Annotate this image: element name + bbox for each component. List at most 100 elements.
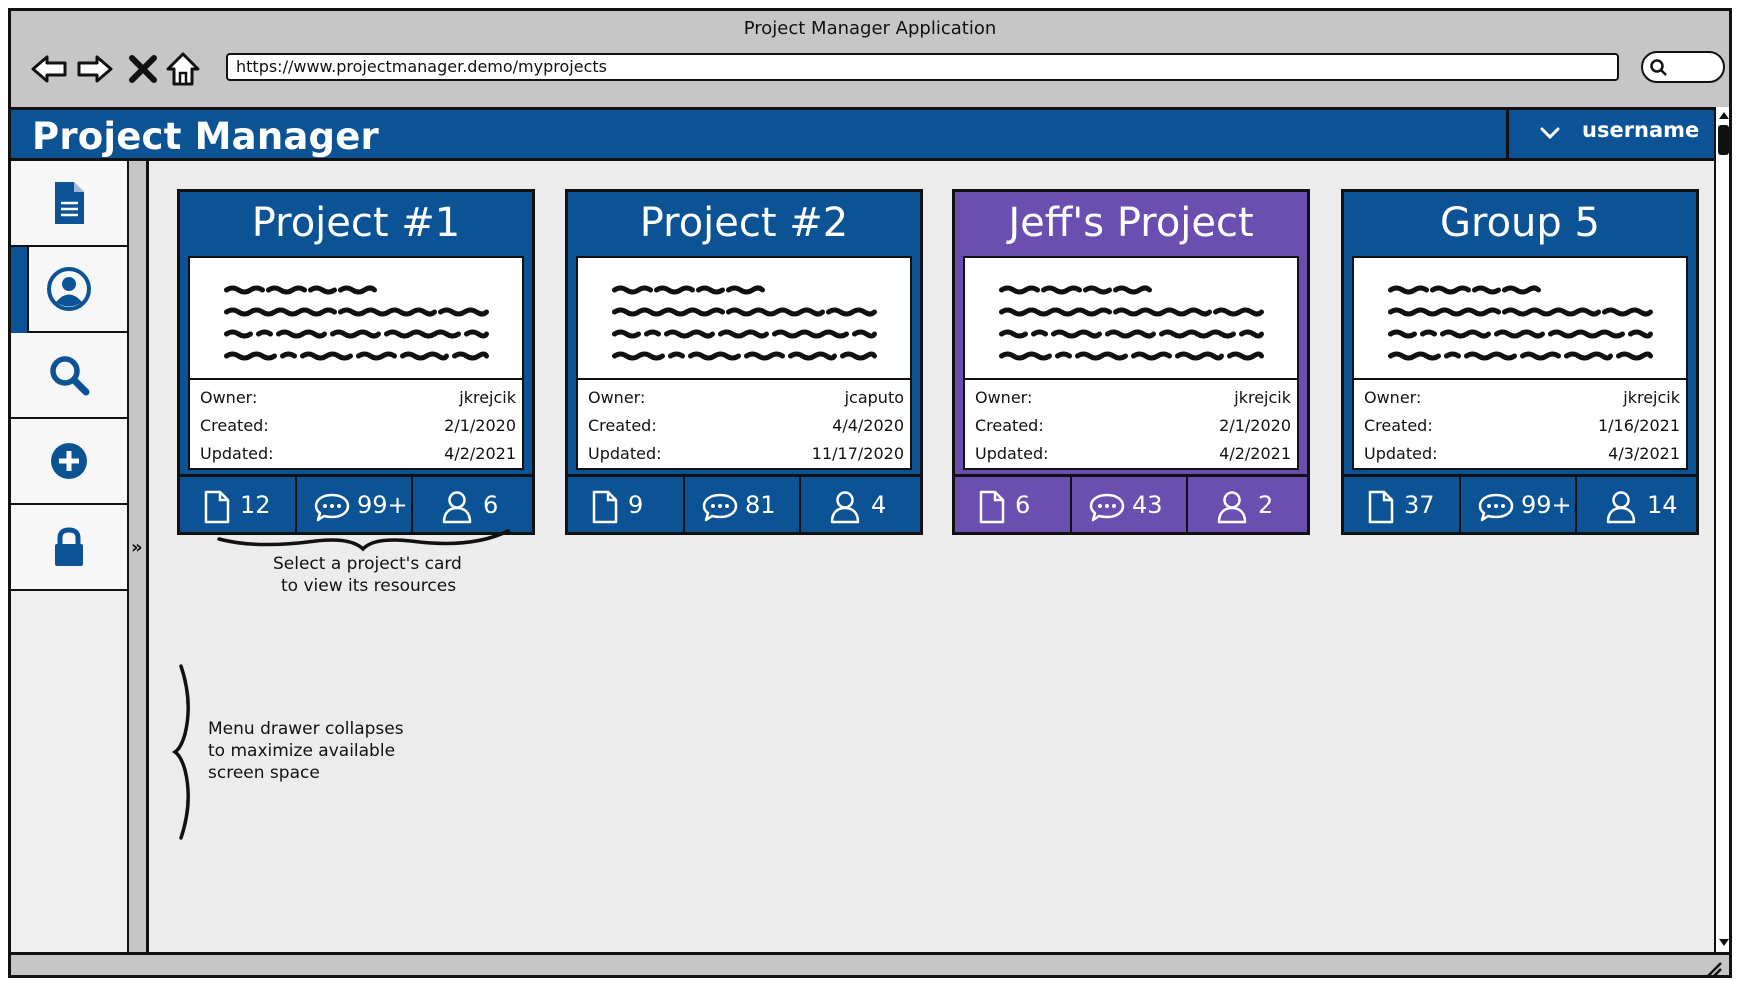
updated-row: Updated: 4/3/2021 [1354,440,1686,468]
project-description [963,256,1299,380]
owner-value: jkrejcik [1234,388,1291,407]
project-meta: Owner: jcaputo Created: 4/4/2020 Updated: 11/… [576,380,912,470]
members-count: 4 [871,491,887,519]
comments-button[interactable]: 43 [1072,477,1188,535]
placeholder-text-scribble [224,285,489,361]
updated-label: Updated: [200,444,274,463]
project-card[interactable]: Group 5 Owner: jkrejcik Created: 1/16/2021 Up… [1341,189,1699,535]
back-arrow-icon[interactable] [29,49,69,89]
files-count: 12 [240,491,271,519]
updated-label: Updated: [975,444,1049,463]
project-card[interactable]: Jeff's Project Owner: jkrejcik Created: 2/1/… [952,189,1310,535]
owner-label: Owner: [200,388,258,407]
comments-count: 99+ [357,491,408,519]
comments-count: 81 [745,491,776,519]
owner-row: Owner: jkrejcik [190,384,522,412]
browser-search-button[interactable] [1641,51,1725,83]
sidebar-item-profile[interactable] [11,247,129,333]
files-button[interactable]: 9 [568,477,685,535]
members-count: 14 [1647,491,1678,519]
document-icon [55,182,84,224]
scrollbar-thumb[interactable] [1718,125,1729,155]
comments-button[interactable]: 81 [685,477,801,535]
home-icon[interactable] [163,49,203,89]
updated-value: 4/2/2021 [1219,444,1291,463]
created-value: 2/1/2020 [444,416,516,435]
comments-button[interactable]: 99+ [1461,477,1577,535]
drawer-toggle-icon[interactable]: » [131,537,143,558]
owner-value: jkrejcik [459,388,516,407]
project-meta: Owner: jkrejcik Created: 2/1/2020 Updated: 4/… [963,380,1299,470]
comment-icon [1089,493,1125,522]
username-label: username [1582,118,1700,142]
stop-icon[interactable] [123,49,163,89]
file-icon [1368,490,1394,524]
owner-label: Owner: [975,388,1033,407]
comments-count: 43 [1132,491,1163,519]
project-card-title: Jeff's Project [1008,200,1254,246]
updated-value: 4/2/2021 [444,444,516,463]
placeholder-text-scribble [612,285,877,361]
owner-value: jcaputo [844,388,904,407]
user-circle-icon [47,267,91,311]
comment-icon [1478,493,1514,522]
created-label: Created: [588,416,657,435]
updated-label: Updated: [1364,444,1438,463]
scroll-down-icon[interactable] [1717,937,1731,949]
url-bar[interactable]: https://www.projectmanager.demo/myprojec… [226,53,1619,81]
drawer-hint: Menu drawer collapses to maximize availa… [208,718,404,784]
created-label: Created: [1364,416,1433,435]
owner-label: Owner: [588,388,646,407]
files-count: 9 [628,491,644,519]
menu-drawer [11,161,129,952]
project-card[interactable]: Project #1 Owner: jkrejcik Created: 2/1/2020… [177,189,535,535]
comments-count: 99+ [1521,491,1572,519]
created-row: Created: 2/1/2020 [965,412,1297,440]
file-icon [204,490,230,524]
comment-icon [314,493,350,522]
card-hint: Select a project's card to view its reso… [273,553,462,597]
members-button[interactable]: 4 [801,477,920,535]
file-icon [592,490,618,524]
card-hint-line: Select a project's card [273,554,462,574]
status-bar [11,952,1729,978]
scroll-up-icon[interactable] [1717,109,1731,121]
owner-label: Owner: [1364,388,1422,407]
files-button[interactable]: 37 [1344,477,1461,535]
resize-grip-icon[interactable] [1703,959,1723,978]
app-title: Project Manager [32,115,379,158]
updated-row: Updated: 11/17/2020 [578,440,910,468]
files-count: 6 [1015,491,1031,519]
drawer-collapse-strip[interactable]: » [129,161,149,952]
created-label: Created: [975,416,1044,435]
project-description [188,256,524,380]
files-button[interactable]: 6 [955,477,1072,535]
vertical-scrollbar[interactable] [1714,107,1731,952]
forward-arrow-icon[interactable] [75,49,115,89]
window-title: Project Manager Application [743,18,997,39]
active-indicator [11,247,29,333]
project-card-title: Project #2 [639,200,849,246]
project-stats: 12 99+ 6 [180,474,532,535]
members-button[interactable]: 14 [1577,477,1696,535]
member-icon [1606,491,1636,524]
placeholder-text-scribble [1388,285,1653,361]
user-menu[interactable]: username [1506,107,1714,161]
owner-value: jkrejcik [1623,388,1680,407]
app-page: Project Manager username » Project #1 Ow… [11,107,1714,952]
browser-window: Project Manager Application https://www.… [8,8,1732,978]
project-stats: 37 99+ 14 [1344,474,1696,535]
project-stats: 9 81 4 [568,474,920,535]
project-stats: 6 43 2 [955,474,1307,535]
sidebar-item-search[interactable] [11,333,129,419]
owner-row: Owner: jkrejcik [1354,384,1686,412]
project-card[interactable]: Project #2 Owner: jcaputo Created: 4/4/2020 U… [565,189,923,535]
placeholder-text-scribble [999,285,1264,361]
created-row: Created: 4/4/2020 [578,412,910,440]
sidebar-item-lock[interactable] [11,505,129,591]
created-value: 1/16/2021 [1597,416,1680,435]
members-button[interactable]: 2 [1188,477,1307,535]
sidebar-item-add[interactable] [11,419,129,505]
sidebar-item-documents[interactable] [11,161,129,247]
updated-label: Updated: [588,444,662,463]
